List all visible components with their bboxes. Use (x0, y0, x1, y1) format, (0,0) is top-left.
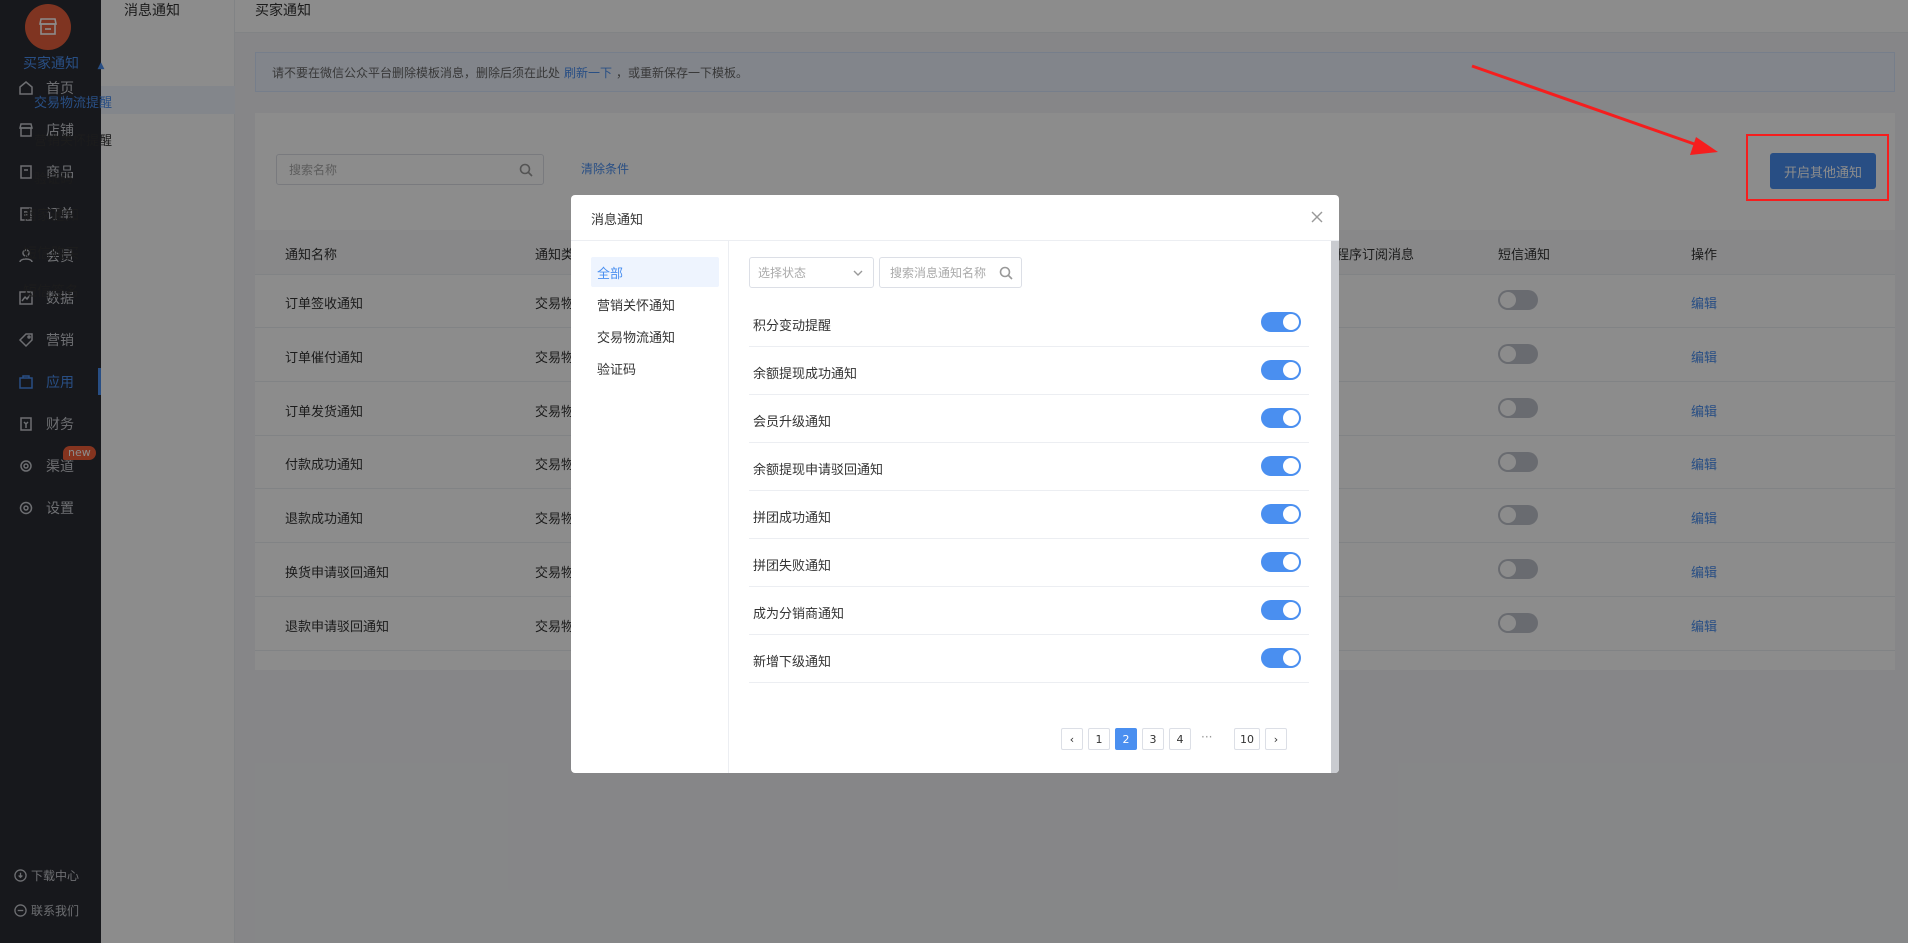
notification-label: 余额提现成功通知 (753, 367, 858, 382)
list-item: 新增下级通知 (749, 635, 1309, 683)
modal-header: 消息通知 (571, 195, 1339, 241)
notification-label: 积分变动提醒 (753, 319, 832, 334)
notification-label: 新增下级通知 (753, 655, 832, 670)
chevron-left-icon: ‹ (1069, 732, 1075, 746)
modal-title: 消息通知 (591, 213, 644, 228)
list-item: 余额提现申请驳回通知 (749, 443, 1309, 491)
chevron-right-icon: › (1273, 732, 1279, 746)
annotation-highlight-box (1746, 134, 1889, 201)
category-verify-code[interactable]: 验证码 (591, 353, 719, 383)
notification-toggle[interactable] (1261, 408, 1301, 428)
list-item: 积分变动提醒 (749, 299, 1309, 347)
search-icon (999, 266, 1013, 280)
page-button[interactable]: 3 (1142, 728, 1164, 750)
page-button-last[interactable]: 10 (1234, 728, 1260, 750)
notification-toggle[interactable] (1261, 312, 1301, 332)
notification-label: 会员升级通知 (753, 415, 832, 430)
category-marketing-care[interactable]: 营销关怀通知 (591, 289, 719, 319)
category-logistics[interactable]: 交易物流通知 (591, 321, 719, 351)
notification-search-input[interactable]: 搜索消息通知名称 (879, 257, 1022, 288)
category-all[interactable]: 全部 (591, 257, 719, 287)
next-page-button[interactable]: › (1265, 728, 1287, 750)
notification-label: 成为分销商通知 (753, 607, 845, 622)
close-button[interactable] (1309, 209, 1325, 225)
list-item: 拼团成功通知 (749, 491, 1309, 539)
notification-toggle[interactable] (1261, 456, 1301, 476)
status-select[interactable]: 选择状态 (749, 257, 874, 288)
status-placeholder: 选择状态 (758, 266, 807, 280)
page-button[interactable]: 1 (1088, 728, 1110, 750)
prev-page-button[interactable]: ‹ (1061, 728, 1083, 750)
notification-toggle[interactable] (1261, 552, 1301, 572)
notification-label: 余额提现申请驳回通知 (753, 463, 884, 478)
notification-toggle[interactable] (1261, 360, 1301, 380)
pagination-ellipsis[interactable]: ··· (1201, 730, 1212, 744)
chevron-down-icon (853, 270, 863, 276)
page-button[interactable]: 4 (1169, 728, 1191, 750)
modal-scrollbar[interactable] (1331, 241, 1339, 773)
notification-label: 拼团成功通知 (753, 511, 832, 526)
notification-modal: 消息通知 全部 营销关怀通知 交易物流通知 验证码 选择状态 搜索消息通知名称 … (571, 195, 1339, 773)
page-button-current[interactable]: 2 (1115, 728, 1137, 750)
notification-search-placeholder: 搜索消息通知名称 (890, 266, 987, 280)
notification-toggle[interactable] (1261, 600, 1301, 620)
list-item: 会员升级通知 (749, 395, 1309, 443)
list-item: 余额提现成功通知 (749, 347, 1309, 395)
close-icon (1311, 211, 1323, 223)
notification-label: 拼团失败通知 (753, 559, 832, 574)
list-item: 成为分销商通知 (749, 587, 1309, 635)
notification-toggle[interactable] (1261, 648, 1301, 668)
notification-toggle[interactable] (1261, 504, 1301, 524)
list-item: 拼团失败通知 (749, 539, 1309, 587)
